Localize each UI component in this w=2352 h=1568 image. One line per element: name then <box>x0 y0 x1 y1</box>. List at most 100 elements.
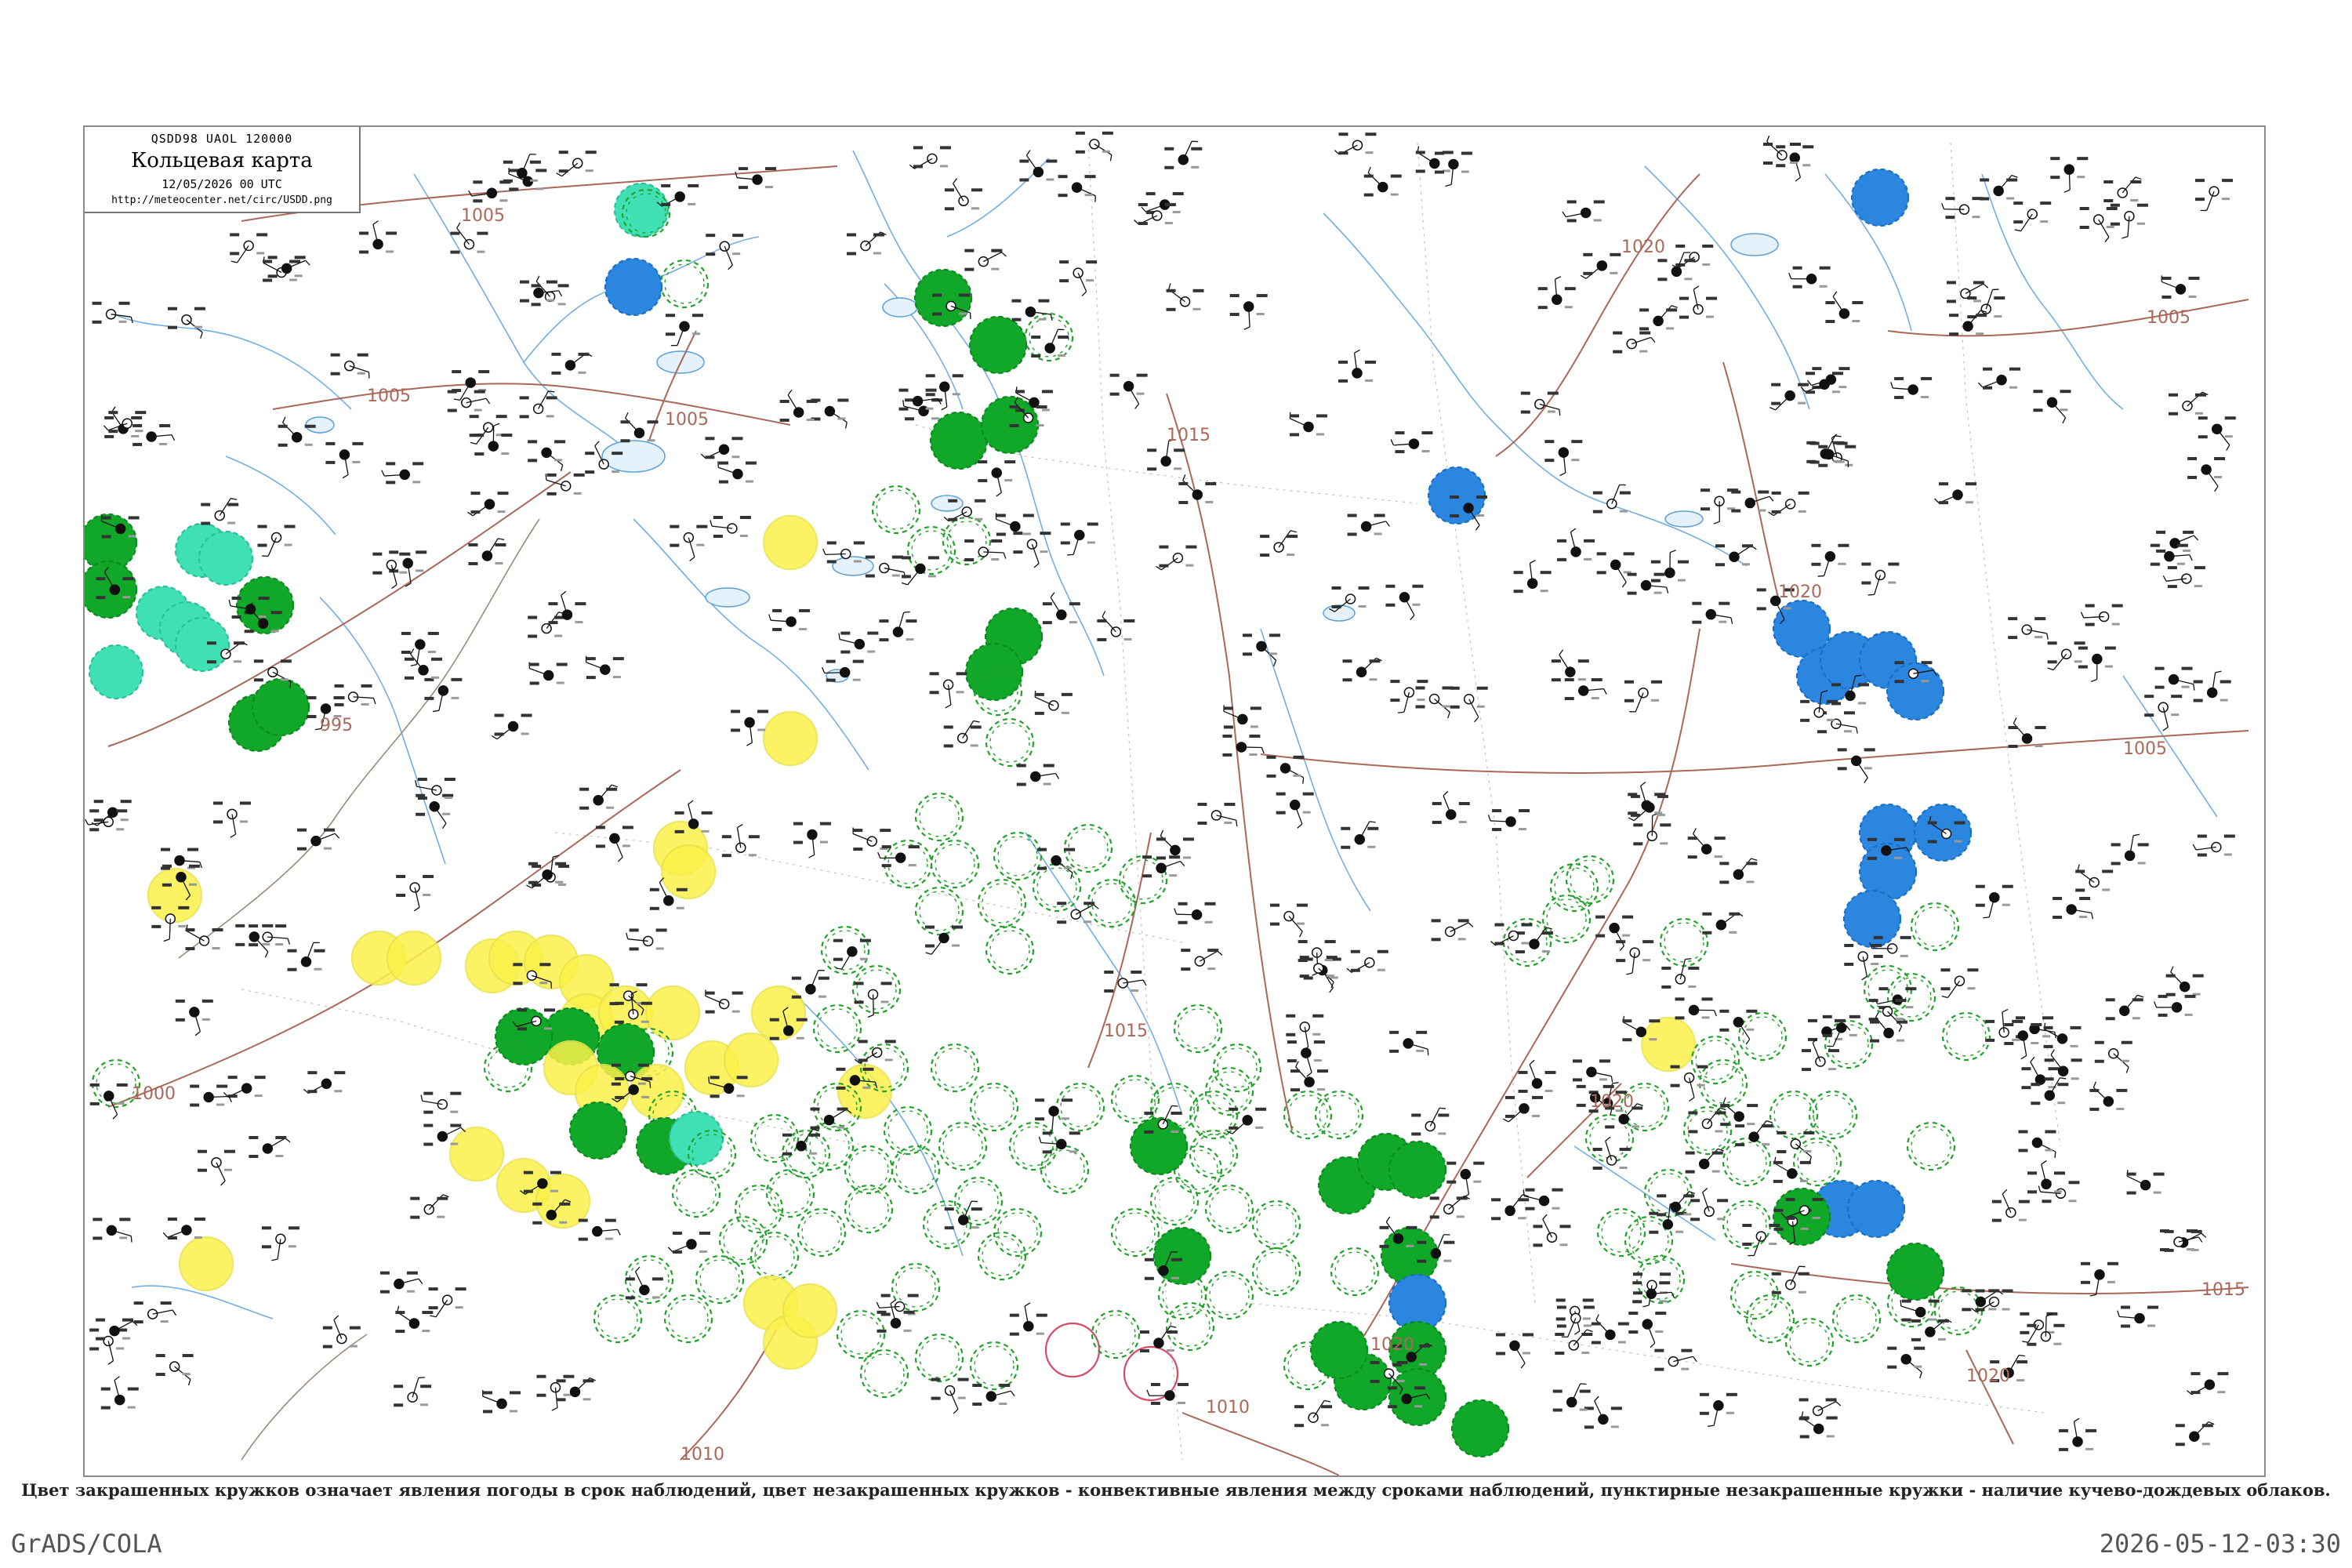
phenomenon-circle-haze <box>644 985 701 1041</box>
station-id-mark <box>908 864 916 867</box>
pressure-mark <box>908 845 920 849</box>
temperature-mark <box>877 1310 887 1314</box>
dewpoint-mark <box>2027 1342 2037 1346</box>
station-id-mark <box>1802 164 1811 167</box>
station-model <box>1197 802 1238 827</box>
temperature-mark <box>1533 1225 1543 1229</box>
station-model <box>1156 829 1194 860</box>
temperature-mark <box>2021 1067 2031 1071</box>
dewpoint-mark <box>2158 1013 2168 1017</box>
wind-feather-icon <box>1170 1325 1177 1328</box>
pressure-mark <box>422 1311 434 1315</box>
pressure-mark <box>1374 514 1385 517</box>
temperature-mark <box>1938 482 1948 486</box>
pressure-mark <box>1191 147 1203 151</box>
pressure-mark <box>1826 1416 1838 1420</box>
wind-barb-icon <box>829 1109 848 1121</box>
river-13 <box>1981 173 2124 410</box>
dewpoint-mark <box>1181 967 1191 971</box>
station-id-mark <box>1177 1401 1185 1404</box>
dewpoint-mark <box>108 430 118 434</box>
dewpoint-mark <box>517 1027 527 1031</box>
wind-feather-icon <box>1445 183 1452 187</box>
station-id-mark <box>1087 541 1095 544</box>
temperature-mark <box>532 1202 543 1206</box>
pressure-mark <box>499 180 511 184</box>
temperature-mark <box>546 473 557 477</box>
dewpoint-mark <box>423 1142 434 1146</box>
phenomenon-inner-ring <box>935 1047 975 1088</box>
phenomenon-inner-ring <box>1813 1094 1853 1135</box>
temperature-mark <box>779 399 789 403</box>
pressure-mark <box>2171 695 2183 699</box>
pressure-mark <box>748 835 760 839</box>
phenomenon-circle-ring <box>1149 1176 1200 1226</box>
dewpoint-mark <box>1675 263 1686 267</box>
temperature-mark <box>1675 244 1686 248</box>
station-id-mark <box>135 430 143 433</box>
dewpoint-mark <box>162 883 172 887</box>
pressure-mark <box>444 778 456 782</box>
temperature-mark <box>793 822 803 826</box>
dewpoint-mark <box>1395 450 1405 454</box>
temperature-mark <box>1109 373 1120 377</box>
dewpoint-mark <box>705 456 715 459</box>
station-circle-icon <box>718 444 730 456</box>
phenomenon-circle-haze <box>448 1126 505 1182</box>
weather-map[interactable]: 995 1000 1005 1005 1005 1005 1005 1010 1010 1015 1… <box>83 125 2266 1477</box>
station-id-mark <box>116 1347 125 1350</box>
pressure-mark <box>1086 260 1098 264</box>
temperature-mark <box>978 460 988 464</box>
station-model <box>1768 491 1809 517</box>
phenomena-circles-layer <box>85 168 1991 1458</box>
pressure-mark <box>159 423 171 427</box>
station-model <box>1769 383 1809 411</box>
dewpoint-mark <box>235 942 245 946</box>
pressure-mark <box>1921 661 1933 665</box>
station-model <box>2164 1229 2207 1252</box>
station-circle-icon <box>1606 498 1617 510</box>
wind-feather-icon <box>1559 472 1566 477</box>
station-id-mark <box>349 1345 358 1348</box>
station-model <box>1429 1195 1470 1219</box>
pressure-mark <box>1552 1188 1563 1192</box>
station-model <box>964 539 1007 561</box>
lake-3 <box>931 495 964 512</box>
station-id-mark <box>1191 165 1200 169</box>
temperature-mark <box>1692 601 1702 605</box>
station-model <box>2195 179 2234 212</box>
wind-feather-icon <box>2002 1008 2009 1013</box>
temperature-mark <box>1431 919 1441 923</box>
dewpoint-mark <box>586 676 596 680</box>
station-model <box>1034 691 1073 715</box>
dewpoint-mark <box>1639 327 1650 331</box>
station-model <box>1223 705 1261 729</box>
station-model <box>556 1377 596 1402</box>
station-id-mark <box>304 443 313 446</box>
wind-barb-icon <box>1737 858 1752 875</box>
wind-feather-icon <box>1003 552 1007 559</box>
station-id-mark <box>543 1027 552 1030</box>
station-id-mark <box>399 571 408 574</box>
temperature-mark <box>1494 923 1504 927</box>
chart-url[interactable]: http://meteocenter.net/circ/USDD.png <box>85 194 359 206</box>
station-id-mark <box>1610 1425 1619 1428</box>
dewpoint-mark <box>1551 678 1561 682</box>
dewpoint-mark <box>1164 165 1174 169</box>
pressure-mark <box>1659 1281 1671 1285</box>
temperature-mark <box>1616 940 1626 944</box>
phenomenon-circle-ring <box>1565 855 1615 905</box>
phenomenon-circle-ring <box>1941 1011 1991 1062</box>
dewpoint-mark <box>665 332 675 336</box>
wind-feather-icon <box>877 851 881 858</box>
wind-feather-icon <box>902 400 905 407</box>
dewpoint-mark <box>1109 392 1120 396</box>
wind-feather-icon <box>1038 1136 1042 1143</box>
pressure-mark <box>1895 999 1907 1003</box>
wind-feather-icon <box>130 317 133 324</box>
wind-feather-icon <box>220 1180 226 1186</box>
pressure-mark <box>1812 1197 1824 1201</box>
dewpoint-mark <box>1389 1049 1399 1053</box>
wind-feather-icon <box>1642 1305 1650 1308</box>
temperature-mark <box>1525 1188 1535 1192</box>
